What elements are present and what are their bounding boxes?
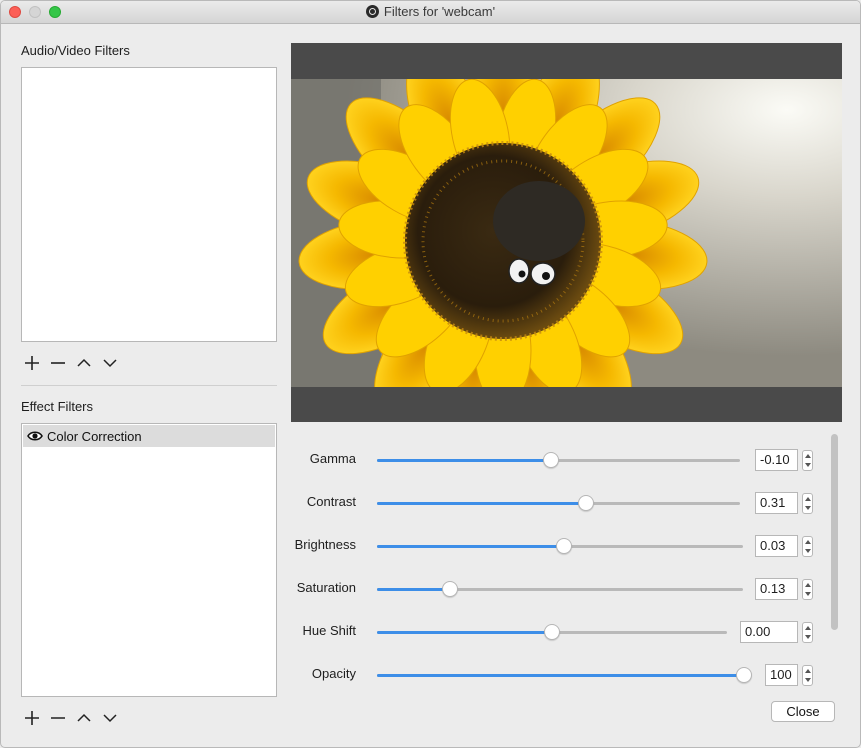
contrast-stepper[interactable] [802,493,813,514]
remove-effect-filter-button[interactable] [48,708,68,728]
contrast-input[interactable]: 0.31 [755,492,798,514]
slider-knob[interactable] [577,495,594,511]
gamma-stepper[interactable] [802,450,813,471]
property-row-gamma: Gamma -0.10 [291,448,821,472]
stepper-down-icon[interactable] [805,463,811,467]
stepper-down-icon[interactable] [805,592,811,596]
saturation-stepper[interactable] [802,579,813,600]
section-divider [21,385,277,386]
brightness-stepper[interactable] [802,536,813,557]
title-bar: Filters for 'webcam' [1,1,860,24]
hue-shift-slider[interactable] [377,624,727,640]
opacity-slider[interactable] [377,667,752,683]
effect-filters-list[interactable]: Color Correction [21,423,277,697]
stepper-up-icon[interactable] [805,540,811,544]
move-down-effect-filter-button[interactable] [100,708,120,728]
move-up-audio-video-filter-button[interactable] [74,353,94,373]
stepper-down-icon[interactable] [805,549,811,553]
slider-knob[interactable] [736,667,752,683]
property-row-brightness: Brightness 0.03 [291,534,821,558]
source-preview [291,43,842,422]
slider-fill [377,545,564,548]
close-button[interactable]: Close [771,701,835,722]
filter-properties: Gamma -0.10 Contrast 0.31 Brightness 0.0… [291,431,842,686]
property-row-hue-shift: Hue Shift 0.00 [291,620,821,644]
stepper-up-icon[interactable] [805,497,811,501]
effect-filters-heading: Effect Filters [21,399,94,414]
property-label: Contrast [306,494,356,509]
chevron-up-icon [77,713,91,722]
move-down-audio-video-filter-button[interactable] [100,353,120,373]
hue-shift-stepper[interactable] [802,622,813,643]
slider-knob[interactable] [555,538,572,554]
stepper-down-icon[interactable] [805,678,811,682]
minus-icon [51,717,65,719]
slider-fill [377,631,552,634]
slider-knob[interactable] [543,452,560,468]
property-row-opacity: Opacity 100 [291,663,821,687]
slider-fill [377,588,451,591]
gamma-slider[interactable] [377,452,740,468]
effect-filter-item-color-correction[interactable]: Color Correction [23,425,275,447]
stepper-up-icon[interactable] [805,583,811,587]
window-title: Filters for 'webcam' [1,1,860,23]
saturation-slider[interactable] [377,581,743,597]
add-audio-video-filter-button[interactable] [22,353,42,373]
property-row-contrast: Contrast 0.31 [291,491,821,515]
audio-video-toolbar [22,353,132,373]
add-effect-filter-button[interactable] [22,708,42,728]
gamma-input[interactable]: -0.10 [755,449,798,471]
saturation-input[interactable]: 0.13 [755,578,798,600]
webcam-preview-image [291,79,842,387]
opacity-input[interactable]: 100 [765,664,798,686]
property-row-saturation: Saturation 0.13 [291,577,821,601]
window-title-text: Filters for 'webcam' [383,4,496,19]
properties-scrollbar[interactable] [827,431,841,683]
remove-audio-video-filter-button[interactable] [48,353,68,373]
slider-knob[interactable] [544,624,560,640]
stepper-up-icon[interactable] [805,669,811,673]
plus-icon [25,711,39,725]
property-label: Saturation [296,580,356,595]
slider-fill [377,674,744,677]
effect-filter-item-label: Color Correction [47,428,142,444]
brightness-slider[interactable] [377,538,743,554]
opacity-stepper[interactable] [802,665,813,686]
effect-toolbar [22,708,132,728]
scrollbar-thumb[interactable] [831,434,838,630]
stepper-down-icon[interactable] [805,506,811,510]
property-label: Gamma [309,451,356,466]
eye-icon[interactable] [27,430,43,442]
stepper-down-icon[interactable] [805,635,811,639]
minus-icon [51,362,65,364]
chevron-down-icon [103,714,117,723]
stepper-up-icon[interactable] [805,626,811,630]
property-label: Brightness [294,537,356,552]
audio-video-filters-heading: Audio/Video Filters [21,43,130,58]
plus-icon [25,356,39,370]
property-label: Opacity [311,666,356,681]
audio-video-filters-list[interactable] [21,67,277,342]
slider-fill [377,502,586,505]
slider-knob[interactable] [442,581,459,597]
contrast-slider[interactable] [377,495,740,511]
chevron-down-icon [103,359,117,368]
filters-window: Filters for 'webcam' Audio/Video Filters… [0,0,861,748]
stepper-up-icon[interactable] [805,454,811,458]
obs-logo-icon [365,5,379,18]
brightness-input[interactable]: 0.03 [755,535,798,557]
chevron-up-icon [77,358,91,367]
property-label: Hue Shift [302,623,356,638]
slider-fill [377,459,552,462]
move-up-effect-filter-button[interactable] [74,708,94,728]
hue-shift-input[interactable]: 0.00 [740,621,798,643]
